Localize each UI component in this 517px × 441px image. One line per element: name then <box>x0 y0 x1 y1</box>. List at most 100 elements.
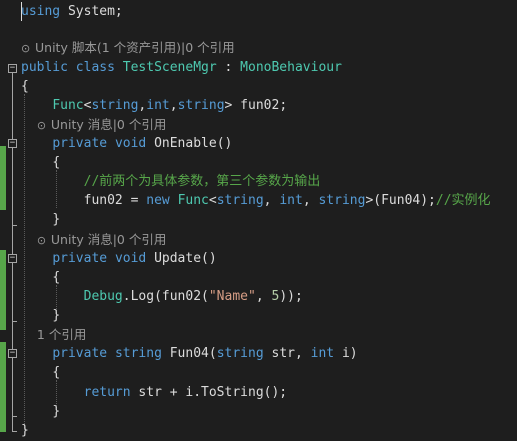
punctuation: , <box>263 193 280 208</box>
punctuation: : <box>216 60 241 75</box>
method-call: .Log(fun02( <box>122 289 209 304</box>
namespace: System; <box>60 4 123 19</box>
keyword: int <box>146 98 170 113</box>
method-name: OnEnable <box>154 136 217 151</box>
class-name: TestSceneMgr <box>122 60 217 75</box>
identifier: fun02 = <box>83 193 147 208</box>
keyword: void <box>114 251 147 266</box>
debug-log-line[interactable]: Debug.Log(fun02("Name", 5)); <box>21 287 303 306</box>
text-cursor <box>21 2 22 21</box>
assignment-line[interactable]: fun02 = new Func<string, int, string>(Fu… <box>21 191 491 210</box>
class-declaration-line[interactable]: public class TestSceneMgr : MonoBehaviou… <box>21 58 342 77</box>
keyword: string <box>216 193 264 208</box>
field-declaration-line[interactable]: Func<string,int,string> fun02; <box>21 96 287 115</box>
type-name: Func <box>52 98 84 113</box>
codelens-text[interactable]: Unity 消息|0 个引用 <box>51 117 166 132</box>
keyword: private <box>52 346 108 361</box>
keyword: return <box>83 385 131 400</box>
type-name: Func <box>177 193 209 208</box>
unity-icon: ⊙ <box>36 234 47 247</box>
method-name: Fun04 <box>169 346 209 361</box>
type-name: Debug <box>83 289 123 304</box>
codelens-update[interactable]: ⊙ Unity 消息|0 个引用 <box>21 230 166 249</box>
unity-icon: ⊙ <box>21 42 31 55</box>
method-name: Update <box>154 251 202 266</box>
fun04-open-brace[interactable]: { <box>21 363 60 382</box>
keyword: using <box>21 4 61 19</box>
collapse-update-icon[interactable]: − <box>8 254 17 263</box>
brace: } <box>21 423 29 438</box>
keyword: string <box>177 98 225 113</box>
class-close-brace[interactable]: } <box>21 421 29 440</box>
punctuation: , <box>255 289 272 304</box>
codelens-onenable[interactable]: ⊙ Unity 消息|0 个引用 <box>21 115 166 134</box>
change-marker <box>0 250 6 330</box>
punctuation: , <box>302 193 319 208</box>
brace: } <box>52 212 61 227</box>
parameter: i) <box>334 346 358 361</box>
codelens-fun04[interactable]: 1 个引用 <box>21 325 86 344</box>
keyword: string <box>216 346 264 361</box>
punctuation: , <box>169 98 178 113</box>
update-declaration-line[interactable]: private void Update() <box>21 249 217 268</box>
class-open-brace[interactable]: { <box>21 77 29 96</box>
onenable-close-brace[interactable]: } <box>21 210 60 229</box>
keyword: private <box>52 136 108 151</box>
change-tracking-margin <box>0 0 7 441</box>
identifier: fun02; <box>232 98 288 113</box>
codelens-text[interactable]: 1 个引用 <box>37 327 86 342</box>
update-open-brace[interactable]: { <box>21 268 60 287</box>
parameter: str, <box>263 346 311 361</box>
unity-icon: ⊙ <box>36 119 47 132</box>
punctuation: () <box>216 136 233 151</box>
keyword: string <box>91 98 139 113</box>
outline-end <box>12 416 17 417</box>
using-line[interactable]: using System; <box>21 2 123 21</box>
keyword: public <box>21 60 68 75</box>
brace: { <box>21 79 29 94</box>
codelens-class[interactable]: ⊙ Unity 脚本(1 个资产引用)|0 个引用 <box>21 38 235 57</box>
outline-end <box>12 225 17 226</box>
fun04-declaration-line[interactable]: private string Fun04(string str, int i) <box>21 344 358 363</box>
brace: { <box>52 270 61 285</box>
keyword: string <box>114 346 162 361</box>
collapse-fun04-icon[interactable]: − <box>8 349 17 358</box>
onenable-declaration-line[interactable]: private void OnEnable() <box>21 134 232 153</box>
comment-line[interactable]: //前两个为具体参数，第三个参数为输出 <box>21 172 321 191</box>
codelens-text[interactable]: Unity 脚本(1 个资产引用)|0 个引用 <box>35 40 235 55</box>
change-marker <box>0 342 6 432</box>
expression: str + i.ToString(); <box>130 385 288 400</box>
brace: { <box>52 155 61 170</box>
return-line[interactable]: return str + i.ToString(); <box>21 383 288 402</box>
brace: } <box>52 404 61 419</box>
comment: //实例化 <box>435 193 491 208</box>
punctuation: ( <box>208 346 217 361</box>
codelens-text[interactable]: Unity 消息|0 个引用 <box>51 232 166 247</box>
comment: //前两个为具体参数，第三个参数为输出 <box>83 174 321 189</box>
brace: { <box>52 365 61 380</box>
collapse-onenable-icon[interactable]: − <box>8 139 17 148</box>
fun04-close-brace[interactable]: } <box>21 402 60 421</box>
punctuation: < <box>208 193 217 208</box>
keyword: void <box>114 136 147 151</box>
punctuation: )); <box>279 289 303 304</box>
keyword: new <box>146 193 170 208</box>
arguments: (Fun04); <box>373 193 436 208</box>
outline-end <box>12 431 17 432</box>
change-marker <box>0 146 6 210</box>
base-class-name: MonoBehaviour <box>240 60 342 75</box>
keyword: int <box>310 346 335 361</box>
brace: } <box>52 308 61 323</box>
onenable-open-brace[interactable]: { <box>21 153 60 172</box>
keyword: class <box>75 60 115 75</box>
outline-line <box>12 73 13 431</box>
outline-end <box>12 321 17 322</box>
code-editor[interactable]: − − − − using System; ⊙ Unity 脚本(1 个资产引用)… <box>0 0 517 441</box>
update-close-brace[interactable]: } <box>21 306 60 325</box>
punctuation: () <box>201 251 217 266</box>
keyword: int <box>279 193 303 208</box>
keyword: string <box>318 193 366 208</box>
collapse-class-icon[interactable]: − <box>8 64 17 73</box>
keyword: private <box>52 251 108 266</box>
string-literal: "Name" <box>208 289 256 304</box>
